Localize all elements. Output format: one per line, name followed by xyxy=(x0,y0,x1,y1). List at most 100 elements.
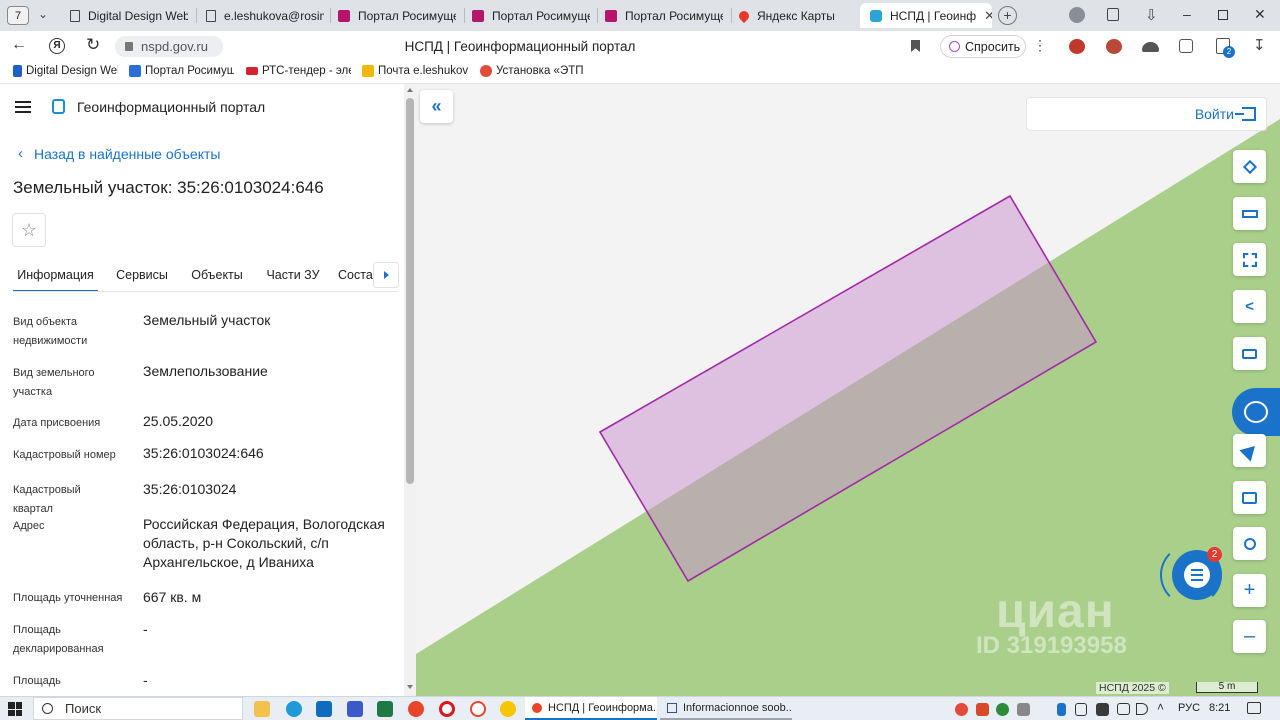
network-icon[interactable] xyxy=(1117,703,1130,715)
bookmark-etp-install[interactable]: Установка «ЭТП и xyxy=(480,65,585,77)
tab-nspd-active[interactable]: НСПД | Геоинф ✕ xyxy=(860,3,992,28)
tab-parts[interactable]: Части ЗУ xyxy=(261,266,325,284)
tab-label: Части ЗУ xyxy=(266,268,320,282)
profile-avatar[interactable] xyxy=(1069,7,1085,23)
new-tab-button[interactable]: + xyxy=(998,6,1017,25)
notifications-icon[interactable] xyxy=(1247,702,1261,714)
locate-button[interactable] xyxy=(1233,527,1266,560)
feedback-button[interactable] xyxy=(1232,388,1280,436)
outlook-icon[interactable] xyxy=(316,701,332,717)
layers-button[interactable] xyxy=(1233,150,1266,183)
bluetooth-icon[interactable] xyxy=(1057,703,1066,716)
bookmark-mail[interactable]: Почта e.leshukova xyxy=(362,65,468,77)
map-view-button[interactable] xyxy=(1233,481,1266,514)
tray-icon-1[interactable] xyxy=(955,703,968,716)
area-search-button[interactable] xyxy=(1233,243,1266,276)
excel-icon[interactable] xyxy=(377,701,393,717)
file-explorer-icon[interactable] xyxy=(254,701,270,717)
panel-scrollbar-thumb[interactable] xyxy=(406,98,414,484)
bookmark-rosim-portal[interactable]: Портал Росимущ xyxy=(129,65,234,77)
tabs-scroll-right-button[interactable] xyxy=(373,262,399,288)
tab-digital-design[interactable]: Digital Design Web xyxy=(70,3,188,28)
tab-rosim-1[interactable]: Портал Росимуще xyxy=(338,3,456,28)
more-menu-icon[interactable]: ⋮ xyxy=(1033,37,1047,54)
tab-list-chevron-icon[interactable]: ⌄ xyxy=(38,7,48,21)
yandex-browser-icon[interactable] xyxy=(408,701,424,717)
zoom-in-button[interactable]: + xyxy=(1233,574,1266,607)
back-link[interactable]: ‹ Назад в найденные объекты xyxy=(18,145,220,162)
bookmark-digital-design[interactable]: Digital Design Web xyxy=(13,65,118,77)
tab-composition[interactable]: Соста xyxy=(338,266,378,284)
download-arrow-icon[interactable]: ↧ xyxy=(1253,36,1266,54)
tab-rosim-2[interactable]: Портал Росимуще xyxy=(472,3,590,28)
ask-button[interactable]: Спросить xyxy=(940,35,1026,58)
tray-icon-5[interactable] xyxy=(1096,703,1109,716)
yandex-icon[interactable]: Я xyxy=(49,38,65,54)
language-indicator[interactable]: РУС xyxy=(1178,702,1200,714)
bookmark-label: Почта e.leshukova xyxy=(378,65,468,77)
print-button[interactable] xyxy=(1233,337,1266,370)
reload-icon[interactable]: ↻ xyxy=(86,35,100,55)
taskbar-search[interactable]: Поиск xyxy=(33,697,243,720)
bookmark-label: Digital Design Web xyxy=(26,65,118,77)
volume-icon[interactable] xyxy=(1136,703,1148,715)
back-link-label: Назад в найденные объекты xyxy=(34,145,221,162)
collapse-panel-button[interactable]: « xyxy=(420,90,453,123)
tab-information[interactable]: Информация xyxy=(13,266,98,292)
digital-design-icon xyxy=(13,65,22,77)
restore-icon[interactable] xyxy=(1218,10,1228,20)
favorite-button[interactable]: ☆ xyxy=(12,213,46,247)
extension-icon-5[interactable]: 2 xyxy=(1216,38,1235,58)
property-value-cadastral-number: 35:26:0103024:646 xyxy=(143,445,264,461)
share-button[interactable]: < xyxy=(1233,290,1266,323)
tab-rosim-3[interactable]: Портал Росимуще xyxy=(605,3,723,28)
map-canvas[interactable]: циан ID 319193958 xyxy=(416,84,1280,696)
downloads-icon[interactable]: ⇩ xyxy=(1145,6,1158,24)
tab-email[interactable]: e.leshukova@rosim xyxy=(206,3,324,28)
bookmark-icon[interactable] xyxy=(911,40,920,52)
print-icon xyxy=(1242,348,1257,359)
yandex-icon[interactable] xyxy=(470,701,486,717)
tray-icon-4[interactable] xyxy=(1017,703,1030,716)
ruler-button[interactable] xyxy=(1233,197,1266,230)
windows-start-icon[interactable] xyxy=(8,702,22,716)
edge-icon[interactable] xyxy=(286,701,302,717)
opera-icon[interactable] xyxy=(439,701,455,717)
extension-icon-2[interactable] xyxy=(1106,39,1122,54)
tab-counter[interactable]: 7 xyxy=(7,6,29,25)
taskbar-app-label: Informacionnoe soob... xyxy=(683,701,792,714)
back-icon[interactable]: ← xyxy=(11,36,27,54)
login-label: Войти xyxy=(1194,106,1234,122)
tray-icon-2[interactable] xyxy=(976,703,989,716)
tab-services[interactable]: Сервисы xyxy=(111,266,173,284)
scroll-down-arrow-icon[interactable] xyxy=(407,685,413,689)
property-label-object-type: Вид объекта недвижимости xyxy=(13,316,88,347)
tray-chevron-icon[interactable]: ˄ xyxy=(1157,700,1164,714)
tab-yandex-maps[interactable]: Яндекс Карты xyxy=(739,3,849,28)
tray-icon-3[interactable] xyxy=(996,703,1009,716)
app-icon[interactable] xyxy=(347,701,363,717)
zoom-out-button[interactable]: – xyxy=(1233,620,1266,653)
chat-badge: 2 xyxy=(1207,547,1222,562)
taskbar-app-info[interactable]: Informacionnoe soob... xyxy=(660,697,792,720)
scroll-up-arrow-icon[interactable] xyxy=(407,88,413,92)
tab-objects[interactable]: Объекты xyxy=(186,266,248,284)
taskbar-app-nspd[interactable]: НСПД | Геоинформа... xyxy=(525,697,657,720)
clock[interactable]: 8:21 xyxy=(1209,702,1230,714)
url-field[interactable]: nspd.gov.ru xyxy=(115,36,223,57)
extension-icon-1[interactable] xyxy=(1069,39,1085,54)
hamburger-menu-icon[interactable] xyxy=(15,101,31,113)
collections-icon[interactable] xyxy=(1107,8,1119,21)
extension-icon-4[interactable] xyxy=(1179,39,1193,53)
login-button[interactable]: Войти xyxy=(1026,97,1267,131)
bookmark-rts-tender[interactable]: РТС-тендер - элек xyxy=(246,65,351,77)
minimize-icon[interactable]: – xyxy=(1183,6,1191,22)
navigation-button[interactable] xyxy=(1233,434,1266,467)
defender-icon[interactable] xyxy=(1075,703,1087,716)
close-tab-icon[interactable]: ✕ xyxy=(984,8,992,24)
panel-scrollbar[interactable] xyxy=(404,84,416,696)
search-icon xyxy=(42,703,53,714)
extension-icon-3[interactable] xyxy=(1142,42,1159,52)
close-window-icon[interactable]: ✕ xyxy=(1254,6,1266,23)
yandex-music-icon[interactable] xyxy=(500,701,516,717)
